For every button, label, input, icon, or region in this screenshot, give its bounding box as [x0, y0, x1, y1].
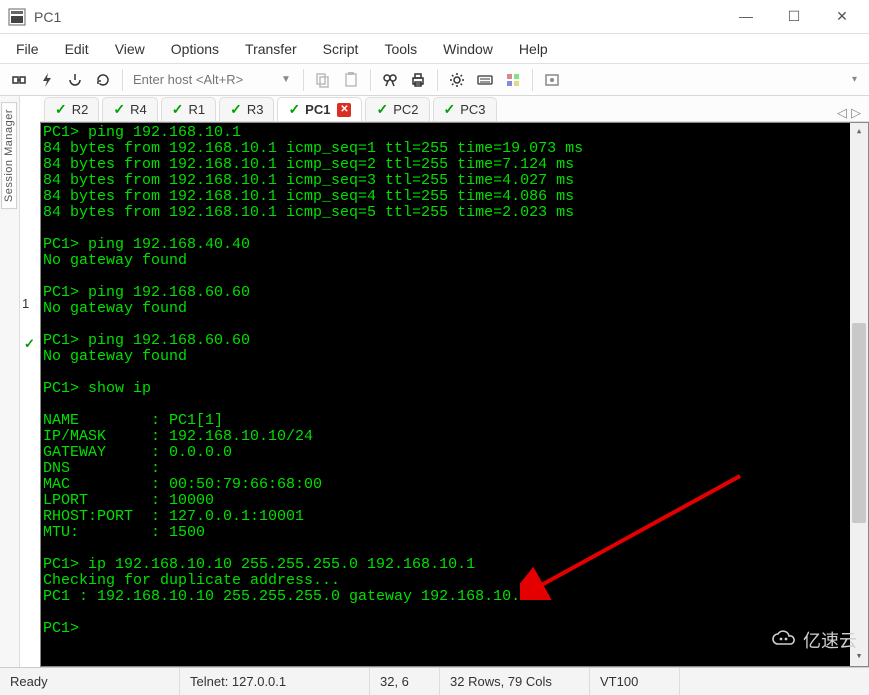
session-tabstrip: ✓ R2 ✓ R4 ✓ R1 ✓ R3 ✓ PC1 ✕ ✓ PC2 ✓ PC3 ◁ ▷	[40, 96, 869, 122]
gutter-check-icon: ✓	[24, 336, 35, 352]
connect-icon[interactable]	[6, 67, 32, 93]
minimize-button[interactable]: ―	[733, 8, 759, 25]
separator	[303, 69, 304, 91]
tab-r4[interactable]: ✓ R4	[102, 97, 157, 121]
tab-label: R4	[130, 102, 147, 117]
find-icon[interactable]	[377, 67, 403, 93]
terminal-scrollbar[interactable]: ▴ ▾	[850, 123, 868, 666]
tab-r3[interactable]: ✓ R3	[219, 97, 274, 121]
tab-nav: ◁ ▷	[837, 105, 865, 121]
tab-next-icon[interactable]: ▷	[851, 105, 861, 121]
app-icon	[8, 8, 26, 26]
tab-label: R3	[247, 102, 264, 117]
status-spacer	[680, 668, 869, 695]
palette-icon[interactable]	[500, 67, 526, 93]
separator	[370, 69, 371, 91]
menu-file[interactable]: File	[4, 37, 51, 61]
menu-edit[interactable]: Edit	[53, 37, 101, 61]
host-dropdown-icon[interactable]: ▼	[281, 74, 297, 85]
print-icon[interactable]	[405, 67, 431, 93]
check-icon: ✓	[288, 101, 300, 118]
window-controls: ― ☐ ✕	[733, 8, 855, 25]
menu-transfer[interactable]: Transfer	[233, 37, 309, 61]
tab-r2[interactable]: ✓ R2	[44, 97, 99, 121]
reconnect-icon[interactable]	[90, 67, 116, 93]
window-title: PC1	[34, 9, 733, 25]
tab-label: R1	[188, 102, 205, 117]
menu-tools[interactable]: Tools	[372, 37, 429, 61]
separator	[532, 69, 533, 91]
tab-label: PC1	[305, 102, 330, 117]
status-connection: Telnet: 127.0.0.1	[180, 668, 370, 695]
tab-label: PC3	[460, 102, 485, 117]
tab-pc3[interactable]: ✓ PC3	[433, 97, 497, 121]
close-button[interactable]: ✕	[829, 8, 855, 25]
content-pane: ✓ R2 ✓ R4 ✓ R1 ✓ R3 ✓ PC1 ✕ ✓ PC2 ✓ PC3 ◁ ▷ PC1>…	[40, 96, 869, 667]
toolbar-overflow-icon[interactable]: ▾	[852, 74, 863, 85]
menubar: File Edit View Options Transfer Script T…	[0, 34, 869, 64]
statusbar: Ready Telnet: 127.0.0.1 32, 6 32 Rows, 7…	[0, 667, 869, 695]
quick-connect-icon[interactable]	[34, 67, 60, 93]
menu-view[interactable]: View	[103, 37, 157, 61]
status-ready: Ready	[0, 668, 180, 695]
session-manager-label: Session Manager	[1, 102, 17, 209]
tab-pc2[interactable]: ✓ PC2	[365, 97, 429, 121]
left-gutter: 1 ✓	[20, 96, 40, 667]
tab-prev-icon[interactable]: ◁	[837, 105, 847, 121]
copy-icon[interactable]	[310, 67, 336, 93]
watermark-text: 亿速云	[803, 627, 857, 653]
main-area: Session Manager 1 ✓ ✓ R2 ✓ R4 ✓ R1 ✓ R3 ✓ PC1…	[0, 96, 869, 667]
titlebar: PC1 ― ☐ ✕	[0, 0, 869, 34]
tab-r1[interactable]: ✓ R1	[161, 97, 216, 121]
host-input[interactable]	[129, 69, 279, 91]
toolbar: ▼ ▾	[0, 64, 869, 96]
scroll-up-icon[interactable]: ▴	[850, 123, 868, 141]
disconnect-icon[interactable]	[62, 67, 88, 93]
check-icon: ✓	[113, 101, 125, 118]
tab-pc1[interactable]: ✓ PC1 ✕	[277, 97, 362, 121]
check-icon: ✓	[230, 101, 242, 118]
status-cursor: 32, 6	[370, 668, 440, 695]
watermark: 亿速云	[771, 627, 857, 653]
check-icon: ✓	[376, 101, 388, 118]
tab-label: PC2	[393, 102, 418, 117]
menu-options[interactable]: Options	[159, 37, 231, 61]
status-size: 32 Rows, 79 Cols	[440, 668, 590, 695]
scroll-thumb[interactable]	[852, 323, 866, 523]
check-icon: ✓	[55, 101, 67, 118]
tab-close-icon[interactable]: ✕	[337, 103, 351, 117]
separator	[437, 69, 438, 91]
tab-label: R2	[72, 102, 89, 117]
status-term: VT100	[590, 668, 680, 695]
keyboard-icon[interactable]	[472, 67, 498, 93]
settings-icon[interactable]	[444, 67, 470, 93]
check-icon: ✓	[172, 101, 184, 118]
cloud-icon	[771, 629, 797, 652]
menu-window[interactable]: Window	[431, 37, 505, 61]
check-icon: ✓	[444, 101, 456, 118]
menu-script[interactable]: Script	[311, 37, 371, 61]
menu-help[interactable]: Help	[507, 37, 560, 61]
separator	[122, 69, 123, 91]
terminal[interactable]: PC1> ping 192.168.10.1 84 bytes from 192…	[40, 122, 869, 667]
session-manager-handle[interactable]: Session Manager	[0, 96, 20, 667]
maximize-button[interactable]: ☐	[781, 8, 807, 25]
paste-icon[interactable]	[338, 67, 364, 93]
screenshot-icon[interactable]	[539, 67, 565, 93]
gutter-number: 1	[22, 296, 29, 311]
